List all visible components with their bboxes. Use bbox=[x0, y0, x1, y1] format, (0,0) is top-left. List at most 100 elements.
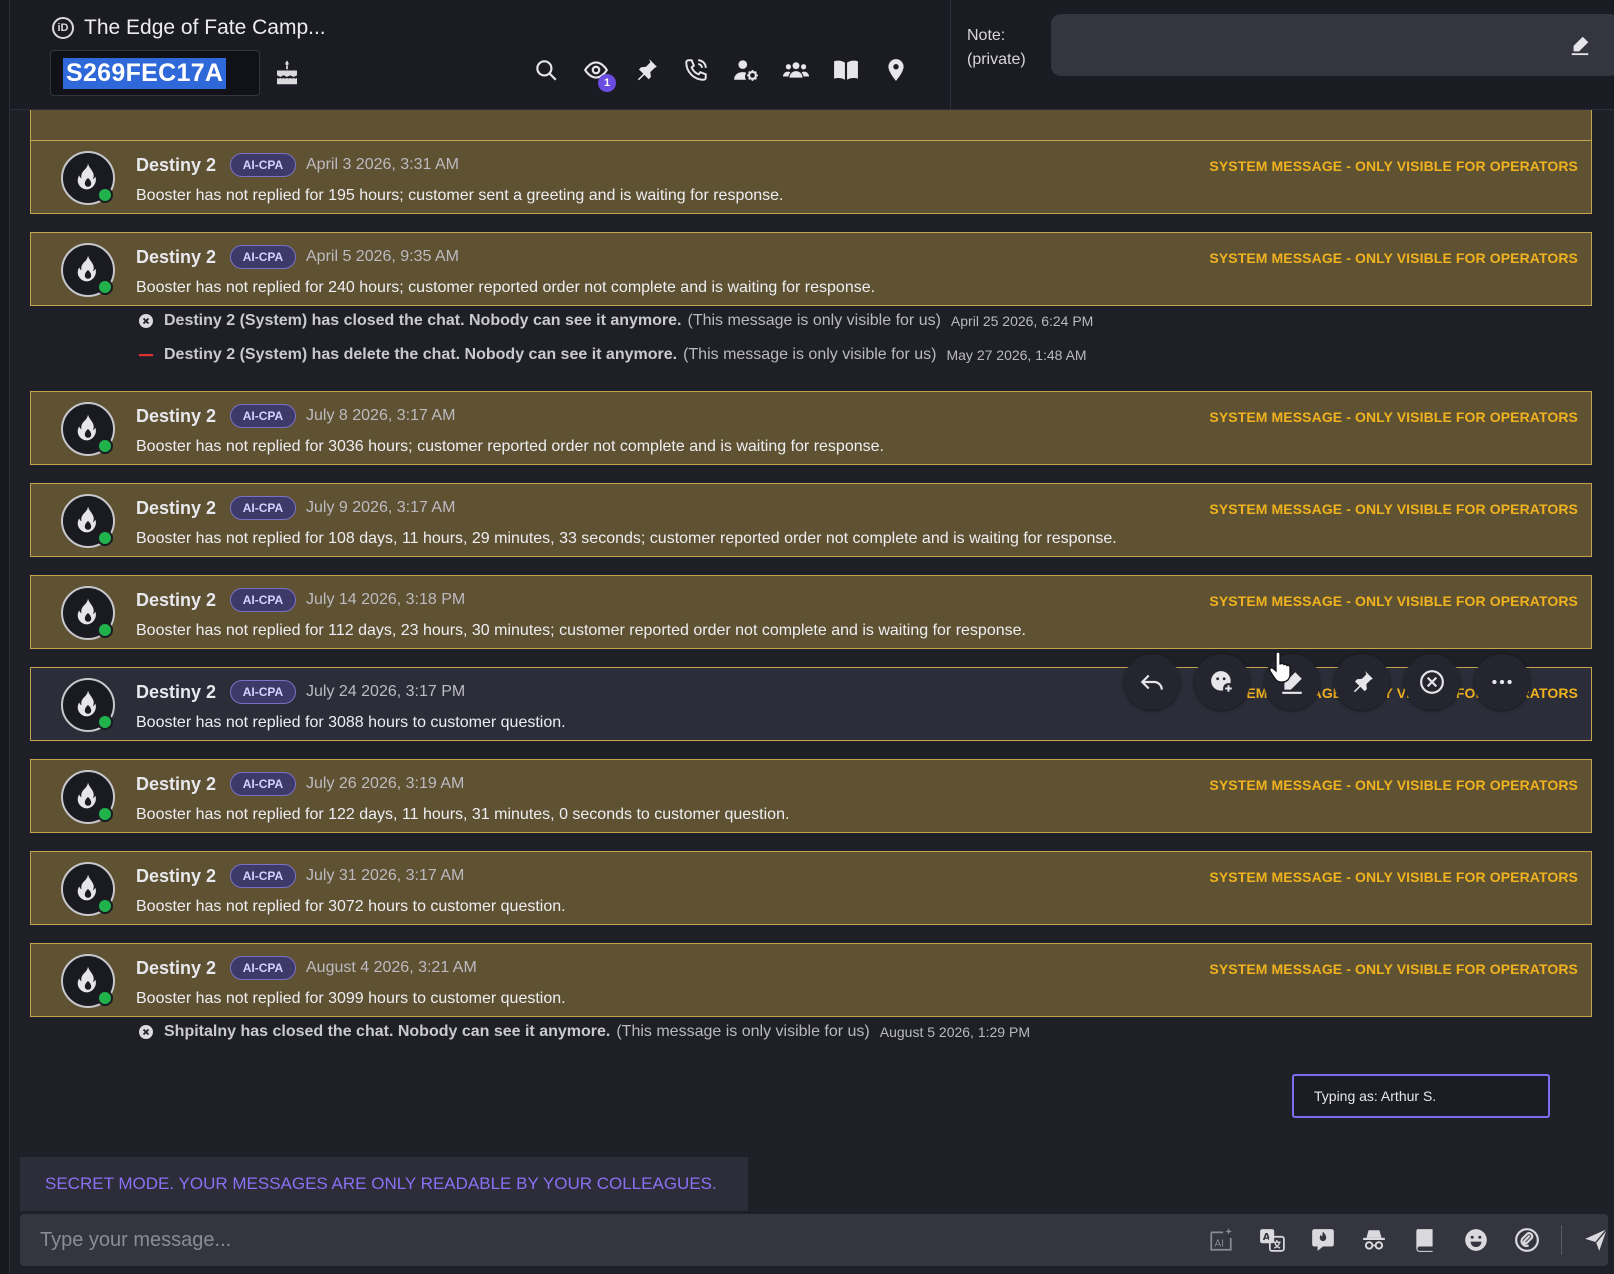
system-visibility-label: SYSTEM MESSAGE - ONLY VISIBLE FOR OPERAT… bbox=[1209, 409, 1578, 425]
event-text: Destiny 2 (System) has closed the chat. … bbox=[164, 312, 682, 329]
message-timestamp: July 9 2026, 3:17 AM bbox=[306, 499, 456, 516]
map-pin-icon bbox=[888, 59, 904, 81]
search-icon bbox=[536, 60, 557, 81]
location-button[interactable] bbox=[880, 54, 912, 86]
system-visibility-label: SYSTEM MESSAGE - ONLY VISIBLE FOR OPERAT… bbox=[1209, 777, 1578, 793]
secret-mode-button[interactable] bbox=[1357, 1224, 1391, 1256]
system-message[interactable]: Destiny 2 AI-CPA April 3 2026, 3:31 AM Boos… bbox=[30, 140, 1592, 214]
smile-icon bbox=[1465, 1229, 1487, 1251]
system-message[interactable]: Destiny 2 AI-CPA July 8 2026, 3:17 AM Boost… bbox=[30, 391, 1592, 465]
system-message[interactable]: Destiny 2 AI-CPA July 14 2026, 3:18 PM Boos… bbox=[30, 575, 1592, 649]
sender-name[interactable]: Destiny 2 bbox=[136, 958, 216, 979]
online-status-dot bbox=[97, 187, 113, 203]
chat-event-notice: Shpitalny has closed the chat. Nobody ca… bbox=[138, 1020, 1030, 1044]
templates-button[interactable] bbox=[1408, 1224, 1442, 1256]
message-text: Booster has not replied for 240 hours; c… bbox=[136, 279, 876, 296]
message-timestamp: July 26 2026, 3:19 AM bbox=[306, 775, 465, 792]
message-composer: AI A bbox=[20, 1214, 1608, 1266]
message-text: Booster has not replied for 108 days, 11… bbox=[136, 530, 1117, 547]
pin-message-button[interactable] bbox=[1334, 654, 1390, 710]
id-icon: iD bbox=[52, 17, 74, 39]
knowledge-base-button[interactable] bbox=[830, 54, 862, 86]
user-settings-button[interactable] bbox=[730, 54, 762, 86]
hand-cursor-icon bbox=[1269, 652, 1291, 683]
call-button[interactable] bbox=[680, 54, 712, 86]
sender-name[interactable]: Destiny 2 bbox=[136, 406, 216, 427]
system-message[interactable]: Destiny 2 AI-CPA July 31 2026, 3:17 AM Boos… bbox=[30, 851, 1592, 925]
sender-name[interactable]: Destiny 2 bbox=[136, 774, 216, 795]
sender-tag-badge: AI-CPA bbox=[230, 680, 296, 704]
ai-assist-button[interactable]: AI bbox=[1204, 1224, 1238, 1256]
users-icon bbox=[783, 62, 809, 78]
ai-sparkle-icon: AI bbox=[1210, 1228, 1232, 1251]
message-text: Booster has not replied for 122 days, 11… bbox=[136, 806, 790, 823]
delete-message-button[interactable] bbox=[1404, 654, 1460, 710]
sender-tag-badge: AI-CPA bbox=[230, 245, 296, 269]
chat-event-notice: Destiny 2 (System) has delete the chat. … bbox=[138, 343, 1087, 367]
event-timestamp: April 25 2026, 6:24 PM bbox=[950, 313, 1094, 329]
message-timestamp: July 31 2026, 3:17 AM bbox=[306, 867, 465, 884]
secret-mode-banner: SECRET MODE. YOUR MESSAGES ARE ONLY READ… bbox=[20, 1157, 748, 1211]
message-text: Booster has not replied for 3088 hours t… bbox=[136, 714, 566, 731]
message-text: Booster has not replied for 3072 hours t… bbox=[136, 898, 566, 915]
message-action-bar bbox=[1124, 654, 1530, 710]
sender-name[interactable]: Destiny 2 bbox=[136, 498, 216, 519]
message-timestamp: April 3 2026, 3:31 AM bbox=[306, 156, 459, 173]
more-horizontal-icon bbox=[1492, 679, 1512, 685]
game-macro-button[interactable] bbox=[1306, 1224, 1340, 1256]
online-status-dot bbox=[97, 714, 113, 730]
send-icon bbox=[1585, 1228, 1608, 1251]
sender-name[interactable]: Destiny 2 bbox=[136, 682, 216, 703]
message-timestamp: July 8 2026, 3:17 AM bbox=[306, 407, 456, 424]
pin-button[interactable] bbox=[630, 54, 662, 86]
reply-icon bbox=[1140, 674, 1163, 690]
system-visibility-label: SYSTEM MESSAGE - ONLY VISIBLE FOR OPERAT… bbox=[1209, 961, 1578, 977]
watchers-button[interactable]: 1 bbox=[580, 54, 616, 92]
add-reaction-button[interactable] bbox=[1194, 654, 1250, 710]
order-id-field[interactable]: S269FEC17A bbox=[50, 50, 260, 96]
sender-name[interactable]: Destiny 2 bbox=[136, 866, 216, 887]
book-open-icon bbox=[834, 60, 858, 80]
sender-name[interactable]: Destiny 2 bbox=[136, 590, 216, 611]
event-text: Destiny 2 (System) has delete the chat. … bbox=[164, 346, 678, 363]
close-circle-icon bbox=[1420, 670, 1444, 694]
send-button[interactable] bbox=[1579, 1224, 1613, 1256]
event-timestamp: May 27 2026, 1:48 AM bbox=[946, 347, 1087, 363]
reply-button[interactable] bbox=[1124, 654, 1180, 710]
close-circle-icon bbox=[138, 1024, 154, 1040]
sender-name[interactable]: Destiny 2 bbox=[136, 155, 216, 176]
message-text: Booster has not replied for 195 hours; c… bbox=[136, 187, 784, 204]
watchers-badge: 1 bbox=[598, 74, 616, 92]
birthday-cake-icon[interactable] bbox=[272, 58, 302, 88]
system-message[interactable]: Destiny 2 AI-CPA July 9 2026, 3:17 AM Boost… bbox=[30, 483, 1592, 557]
online-status-dot bbox=[97, 990, 113, 1006]
left-rail bbox=[0, 0, 10, 1274]
sender-tag-badge: AI-CPA bbox=[230, 772, 296, 796]
online-status-dot bbox=[97, 279, 113, 295]
online-status-dot bbox=[97, 898, 113, 914]
message-text: Booster has not replied for 3099 hours t… bbox=[136, 990, 566, 1007]
online-status-dot bbox=[97, 530, 113, 546]
message-input[interactable] bbox=[20, 1214, 1180, 1266]
translate-button[interactable]: A bbox=[1255, 1224, 1289, 1256]
group-button[interactable] bbox=[780, 54, 812, 86]
message-list[interactable]: Destiny 2 AI-CPA April 3 2026, 3:31 AM Boos… bbox=[10, 110, 1614, 1140]
pin-icon bbox=[1353, 671, 1373, 693]
typing-as-indicator: Typing as: Arthur S. bbox=[1292, 1074, 1550, 1118]
system-message[interactable]: Destiny 2 AI-CPA April 5 2026, 9:35 AM Boos… bbox=[30, 232, 1592, 306]
search-button[interactable] bbox=[530, 54, 562, 86]
more-actions-button[interactable] bbox=[1474, 654, 1530, 710]
attach-button[interactable] bbox=[1510, 1224, 1544, 1256]
system-visibility-label: SYSTEM MESSAGE - ONLY VISIBLE FOR OPERAT… bbox=[1209, 501, 1578, 517]
pencil-icon[interactable] bbox=[1569, 34, 1591, 56]
emoji-button[interactable] bbox=[1459, 1224, 1493, 1256]
user-gear-icon bbox=[734, 60, 758, 81]
message-timestamp: July 14 2026, 3:18 PM bbox=[306, 591, 466, 608]
chat-title-row: iD The Edge of Fate Camp... bbox=[52, 16, 326, 40]
private-note-field[interactable] bbox=[1051, 14, 1614, 76]
system-message[interactable]: Destiny 2 AI-CPA July 26 2026, 3:19 AM Boos… bbox=[30, 759, 1592, 833]
sender-name[interactable]: Destiny 2 bbox=[136, 247, 216, 268]
destiny-chat-icon bbox=[1312, 1229, 1334, 1251]
system-message[interactable]: Destiny 2 AI-CPA August 4 2026, 3:21 AM Boo… bbox=[30, 943, 1592, 1017]
sender-tag-badge: AI-CPA bbox=[230, 153, 296, 177]
